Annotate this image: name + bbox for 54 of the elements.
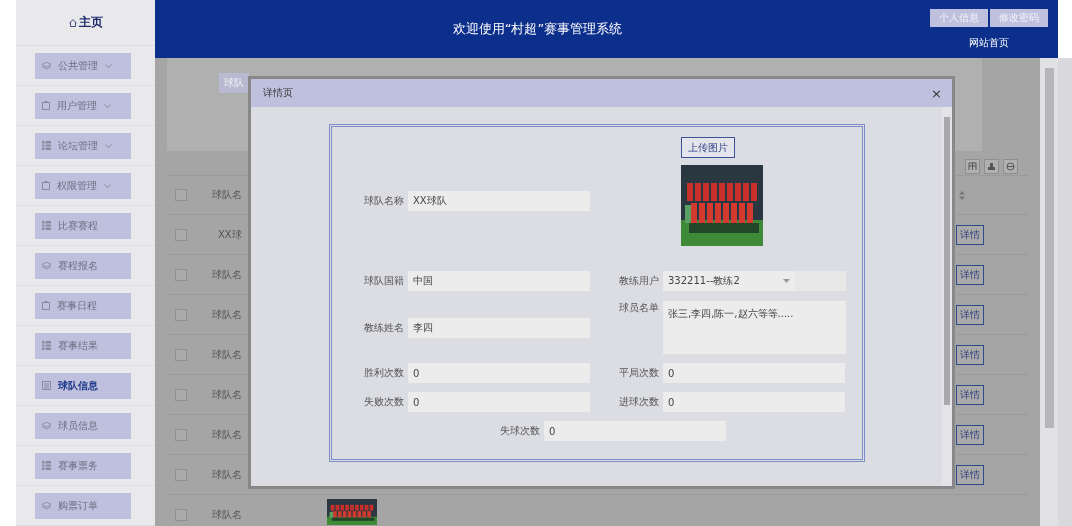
detail-button[interactable]: 详情 <box>956 424 984 445</box>
textarea-field[interactable]: 张三,李四,陈一,赵六等等..... <box>663 301 846 354</box>
input-field[interactable]: 0 <box>663 392 845 412</box>
table-cell-text: 球队名 <box>212 507 243 522</box>
table-cell-text: 球队名 <box>212 427 243 442</box>
field-label: 球队名称 <box>364 194 403 208</box>
sidebar-item[interactable]: 赛事票务 <box>35 452 131 479</box>
input-field[interactable]: XX球队 <box>408 191 590 211</box>
table-cell-text: 球队名 <box>212 307 243 322</box>
table-cell-text: 球队名 <box>212 467 243 482</box>
sidebar-item[interactable]: 赛事结果 <box>35 332 131 359</box>
sidebar-item[interactable]: 比赛赛程 <box>35 212 131 239</box>
home-link[interactable]: 网站首页 <box>969 35 1009 50</box>
table-cell-text: 球队名 <box>212 267 243 282</box>
input-field[interactable]: 李四 <box>408 317 590 338</box>
field-label: 教练用户 <box>619 274 658 288</box>
sidebar-item[interactable]: 用户管理 <box>35 92 131 119</box>
sidebar-item[interactable]: 公共管理 <box>35 52 131 79</box>
home-title: 主页 <box>78 14 103 31</box>
field-label: 胜利次数 <box>364 366 403 380</box>
detail-button[interactable]: 详情 <box>956 224 984 245</box>
upload-button[interactable]: 上传图片 <box>681 137 735 158</box>
field-label: 平局次数 <box>619 366 658 380</box>
table-cell-text: XX球 <box>217 227 243 242</box>
input-field[interactable]: 0 <box>408 392 590 412</box>
sidebar-item[interactable]: 购票订单 <box>35 492 131 519</box>
page-title: 欢迎使用“村超”赛事管理系统 <box>451 20 624 38</box>
sidebar-item[interactable]: 球队信息 <box>35 372 131 399</box>
sidebar-item[interactable]: 赛事日程 <box>35 292 131 319</box>
input-field[interactable]: 中国 <box>408 271 590 291</box>
sidebar-item[interactable]: 论坛管理 <box>35 132 131 159</box>
input-field[interactable]: 0 <box>544 421 726 441</box>
select-field[interactable]: 332211--教练2 <box>663 271 846 291</box>
field-label: 进球次数 <box>619 395 658 409</box>
dialog-title: 详情页 <box>263 86 293 100</box>
column-header: 球队名 <box>212 188 243 202</box>
input-field[interactable]: 0 <box>408 363 590 383</box>
detail-button[interactable]: 详情 <box>956 464 984 485</box>
table-cell-text: 球队名 <box>212 387 243 402</box>
field-label: 失球次数 <box>500 424 539 438</box>
detail-button[interactable]: 详情 <box>956 384 984 405</box>
close-button[interactable]: × <box>931 85 942 101</box>
field-label: 教练姓名 <box>364 320 403 335</box>
table-cell-text: 球队名 <box>212 347 243 362</box>
input-field[interactable]: 0 <box>663 363 845 383</box>
field-label: 球员名单 <box>619 301 658 315</box>
detail-button[interactable]: 详情 <box>956 344 984 365</box>
sidebar-item[interactable]: 赛程报名 <box>35 252 131 279</box>
detail-button[interactable]: 详情 <box>956 304 984 325</box>
field-label: 球队国籍 <box>364 274 403 288</box>
sidebar-item[interactable]: 球员信息 <box>35 412 131 439</box>
detail-button[interactable]: 详情 <box>956 264 984 285</box>
field-label: 失败次数 <box>364 395 403 409</box>
sidebar-item[interactable]: 权限管理 <box>35 172 131 199</box>
